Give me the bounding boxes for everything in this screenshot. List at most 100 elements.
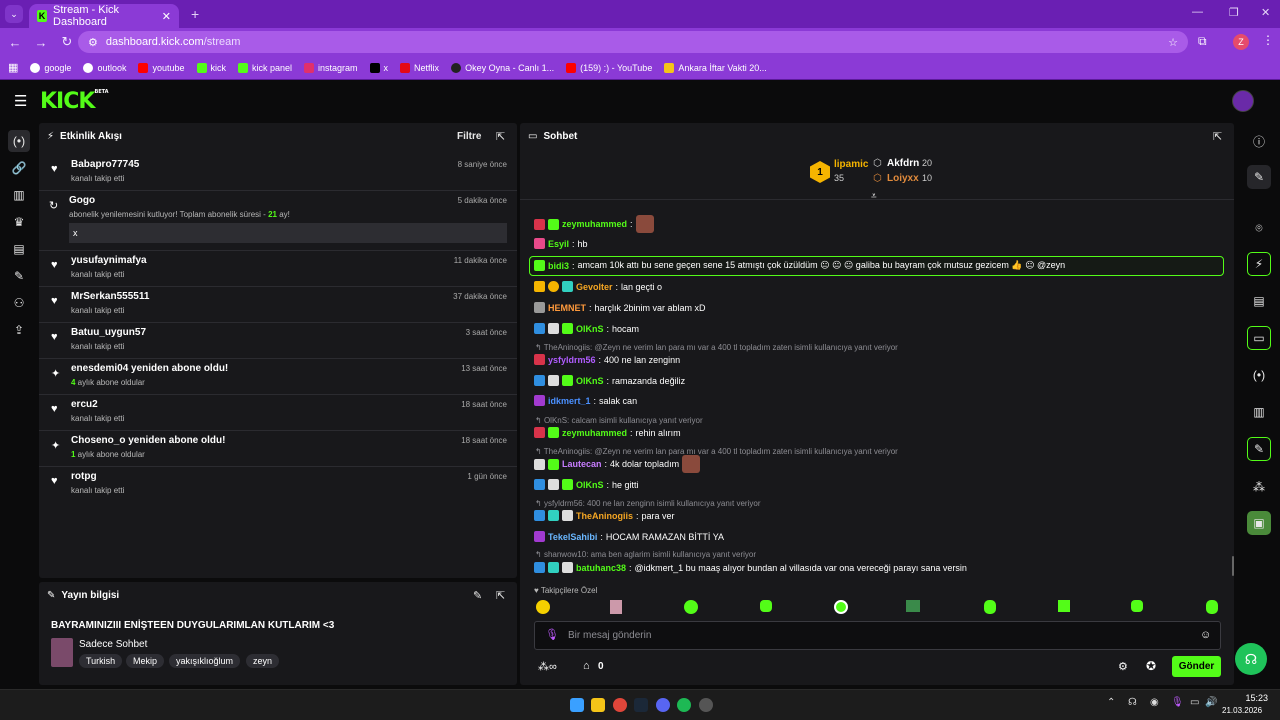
bookmark-kick[interactable]: kick (196, 62, 226, 73)
emote[interactable] (760, 600, 772, 612)
close-tab-icon[interactable]: ✕ (162, 10, 171, 23)
chat-input[interactable]: 🎙 Bir mesaj gönderin ☺ (534, 621, 1221, 650)
new-tab-button[interactable]: + (191, 6, 199, 22)
chat-username[interactable]: bidi3 (548, 261, 569, 271)
reply-context[interactable]: ↰ ysfyldrm56: 400 ne lan zenginn isimli … (535, 499, 760, 508)
browser-menu-icon[interactable]: ⋮ (1262, 33, 1274, 47)
steam-tray-icon[interactable]: ◉ (1150, 697, 1159, 708)
maximize-icon[interactable]: ❐ (1229, 6, 1239, 19)
minimize-icon[interactable]: — (1192, 6, 1203, 18)
bookmark-instagram[interactable]: instagram (304, 62, 358, 73)
browser-tab[interactable]: K Stream - Kick Dashboard ✕ (29, 4, 179, 28)
expand-leaderboard-icon[interactable]: ⩡ (871, 191, 877, 202)
steam-icon[interactable] (634, 698, 648, 712)
chat-username[interactable]: idkmert_1 (548, 396, 591, 406)
bookmark-outlook[interactable]: outlook (83, 62, 126, 73)
filter-button[interactable]: Filtre (457, 131, 481, 142)
file-explorer-icon[interactable] (591, 698, 605, 712)
bookmark-youtube-159[interactable]: (159) :) - YouTube (566, 62, 652, 73)
gift-icon[interactable]: ⌂ (583, 660, 590, 672)
chat-settings-icon[interactable]: ⚙ (1118, 660, 1128, 673)
bookmark-okey[interactable]: Okey Oyna - Canlı 1... (451, 62, 554, 73)
popout-icon[interactable]: ⇱ (496, 130, 505, 143)
chat-username[interactable]: Lautecan (562, 459, 602, 469)
chat-username[interactable]: OlKnS (576, 324, 604, 334)
bookmark-kick-panel[interactable]: kick panel (238, 62, 292, 73)
chat-username[interactable]: OlKnS (576, 376, 604, 386)
emote[interactable] (1206, 600, 1218, 614)
bookmark-ankara-iftar[interactable]: Ankara İftar Vakti 20... (664, 62, 767, 73)
wrench-nav-icon[interactable]: ✎ (8, 265, 30, 287)
chat-username[interactable]: batuhanc38 (576, 563, 626, 573)
edit-stream-icon[interactable]: ✎ (473, 589, 482, 602)
trophy-nav-icon[interactable]: ♛ (8, 211, 30, 233)
chat-username[interactable]: TekelSahibi (548, 532, 597, 542)
activity-icon[interactable]: ⚡ (1247, 252, 1271, 276)
media-nav-icon[interactable]: ▤ (8, 238, 30, 260)
community-icon[interactable]: ⁂ (1247, 475, 1271, 499)
second-gifter-name[interactable]: Akfdrn (887, 158, 919, 169)
emoji-picker-icon[interactable]: ☺ (1200, 629, 1211, 641)
reply-context[interactable]: ↰ OlKnS: calcam isimli kullanıcıya yanıt… (535, 416, 703, 425)
bookmark-youtube[interactable]: youtube (138, 62, 185, 73)
bookmark-star-icon[interactable]: ☆ (1168, 36, 1178, 49)
kick-logo[interactable]: KICKBETA (40, 89, 109, 114)
chat-username[interactable]: OlKnS (576, 480, 604, 490)
emote[interactable] (1058, 600, 1070, 612)
upload-nav-icon[interactable]: ⇪ (8, 319, 30, 341)
mic-tray-icon[interactable]: 🎙 (1171, 697, 1184, 708)
profile-avatar[interactable]: Z (1233, 34, 1249, 50)
emote[interactable] (684, 600, 698, 614)
reply-context[interactable]: ↰ TheAninogiis: @Zeyn ne verim lan para … (535, 343, 898, 352)
reply-context[interactable]: ↰ shanwow10: ama ben aglarim isimli kull… (535, 550, 756, 559)
headset-icon[interactable]: ☊ (1128, 697, 1137, 708)
edit-icon[interactable]: ✎ (1247, 165, 1271, 189)
emote[interactable] (536, 600, 550, 614)
emote[interactable] (834, 600, 848, 614)
bookmark-netflix[interactable]: Netflix (400, 62, 439, 73)
popout-icon[interactable]: ⇱ (1213, 130, 1222, 143)
discord-icon[interactable] (656, 698, 670, 712)
chat-username[interactable]: zeymuhammed (562, 428, 627, 438)
stream-nav-icon[interactable]: (•) (8, 130, 30, 152)
apps-grid-icon[interactable]: ▦ (8, 61, 18, 74)
close-window-icon[interactable]: ✕ (1261, 6, 1270, 19)
chat-username[interactable]: Gevolter (576, 282, 613, 292)
community-nav-icon[interactable]: ⚇ (8, 292, 30, 314)
bookmark-google[interactable]: google (30, 62, 71, 73)
spotify-icon[interactable] (677, 698, 691, 712)
emote[interactable] (1131, 600, 1143, 612)
chat-username[interactable]: TheAninogiis (576, 511, 633, 521)
chrome-icon[interactable] (613, 698, 627, 712)
top-gifter-name[interactable]: lipamic (834, 159, 868, 170)
chat-username[interactable]: HEMNET (548, 303, 586, 313)
back-icon[interactable]: ← (4, 35, 26, 50)
app-icon[interactable] (699, 698, 713, 712)
clock-date[interactable]: 21.03.2026 (1222, 706, 1262, 715)
tab-search-button[interactable]: ⌄ (5, 5, 23, 23)
send-button[interactable]: Gönder (1172, 656, 1221, 677)
start-icon[interactable] (570, 698, 584, 712)
address-bar[interactable]: ⚙ dashboard.kick.com/stream ☆ (78, 31, 1188, 53)
app-icon[interactable]: ▣ (1247, 511, 1271, 535)
volume-icon[interactable]: 🔊 (1205, 697, 1217, 708)
clock-time[interactable]: 15:23 (1230, 693, 1268, 703)
tools-icon[interactable]: ✎ (1247, 437, 1271, 461)
link-nav-icon[interactable]: 🔗 (8, 157, 30, 179)
microphone-icon[interactable]: 🎙 (545, 628, 559, 641)
emote[interactable] (610, 600, 622, 614)
network-icon[interactable]: ▭ (1190, 697, 1199, 708)
chat-username[interactable]: zeymuhammed (562, 219, 627, 229)
emote[interactable] (984, 600, 996, 614)
media-icon[interactable]: ▥ (1247, 400, 1271, 424)
chat-icon[interactable]: ▭ (1247, 326, 1271, 350)
popout-icon[interactable]: ⇱ (496, 589, 505, 602)
chat-tools-icon[interactable]: ✪ (1146, 659, 1156, 673)
third-gifter-name[interactable]: Loiyxx (887, 173, 919, 184)
emote[interactable] (906, 600, 920, 612)
extensions-icon[interactable]: ⧉ (1198, 34, 1207, 49)
info-icon[interactable]: ⓘ (1247, 129, 1271, 153)
chat-username[interactable]: ysfyldrm56 (548, 355, 596, 365)
analytics-nav-icon[interactable]: ▥ (8, 184, 30, 206)
bookmark-x[interactable]: x (369, 62, 388, 73)
